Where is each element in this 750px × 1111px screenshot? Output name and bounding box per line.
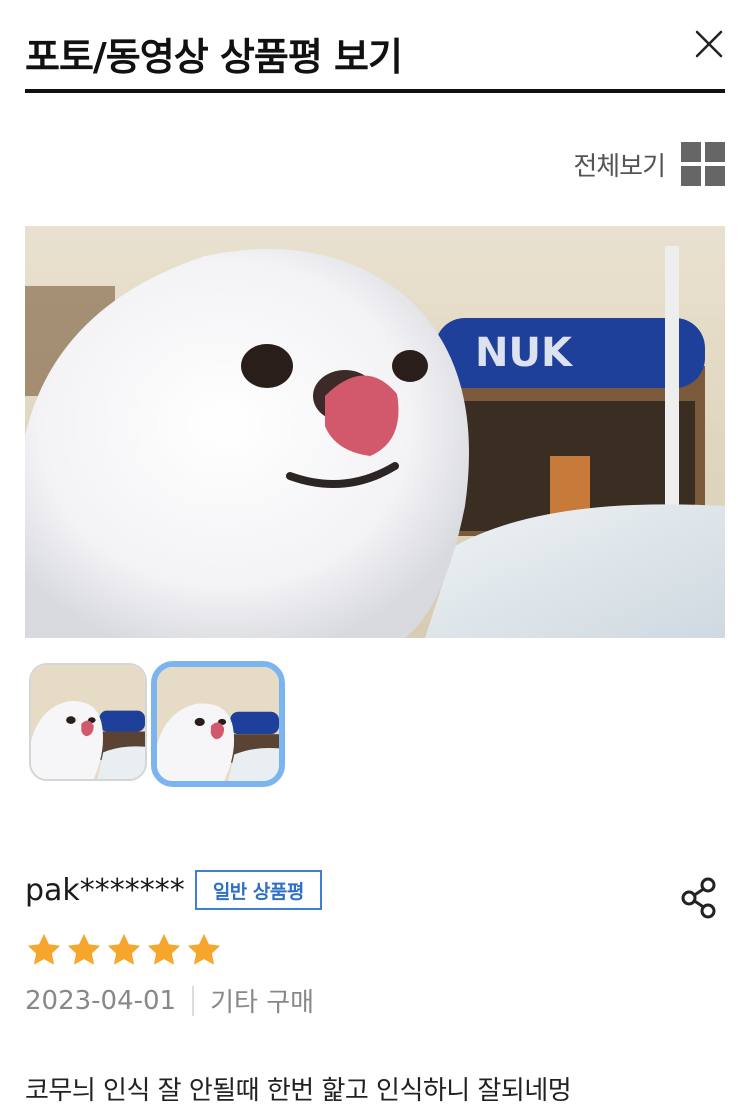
close-icon <box>695 30 723 58</box>
thumbnail-image <box>157 667 279 781</box>
thumbnail-1[interactable] <box>29 663 147 781</box>
review-meta: 2023-04-01 기타 구매 <box>25 982 314 1019</box>
view-all-button[interactable]: 전체보기 <box>573 140 725 188</box>
purchase-type: 기타 구매 <box>210 988 315 1018</box>
star-icon <box>67 933 101 965</box>
star-icon <box>147 933 181 965</box>
reviewer-name: pak******* <box>25 872 185 908</box>
close-button[interactable] <box>693 28 725 60</box>
review-type-badge: 일반 상품평 <box>194 870 322 910</box>
svg-text:NUK: NUK <box>475 330 574 376</box>
review-text: 코무늬 인식 잘 안될때 한번 핥고 인식하니 잘되네멍 <box>25 1076 572 1106</box>
meta-divider <box>192 985 195 1016</box>
share-icon <box>681 877 716 919</box>
main-photo[interactable]: NUK <box>25 226 725 638</box>
thumbnail-image <box>31 665 145 779</box>
review-date: 2023-04-01 <box>25 985 177 1016</box>
star-icon <box>107 933 141 965</box>
thumbnail-2-selected[interactable] <box>151 661 285 787</box>
rating-stars <box>25 931 223 969</box>
grid-icon <box>681 142 725 186</box>
header: 포토/동영상 상품평 보기 <box>25 22 725 93</box>
dog-photo-image: NUK <box>25 226 725 638</box>
share-button[interactable] <box>680 877 718 919</box>
star-icon <box>187 933 221 965</box>
reviewer-row: pak******* 일반 상품평 <box>25 870 322 910</box>
star-icon <box>27 933 61 965</box>
view-all-label: 전체보기 <box>573 151 666 182</box>
page-title: 포토/동영상 상품평 보기 <box>25 35 403 79</box>
